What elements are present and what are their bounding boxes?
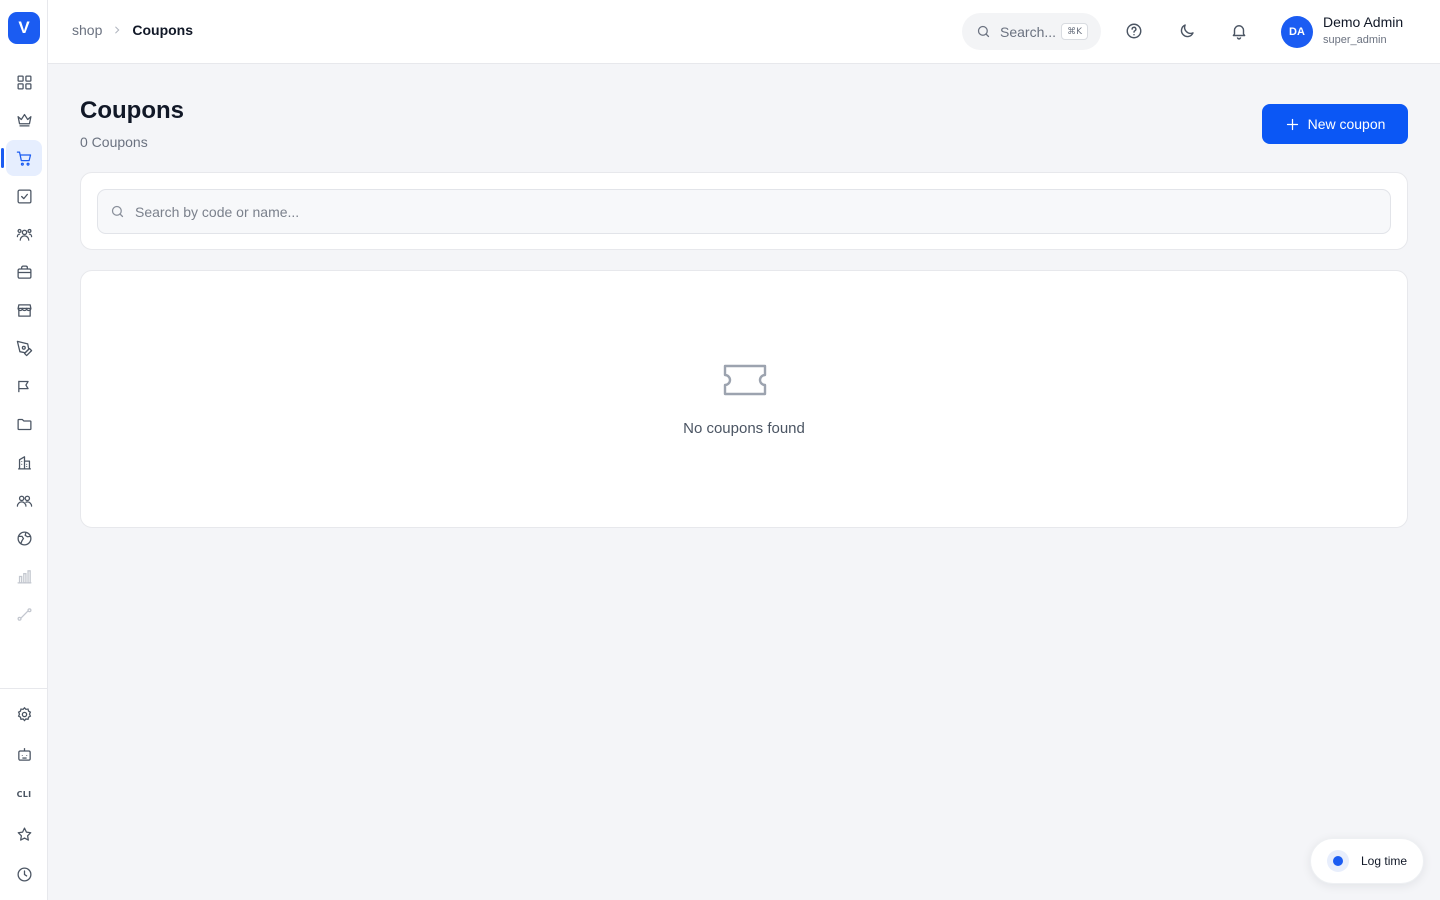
pen-tool-icon [16, 340, 32, 356]
route-icon [16, 607, 32, 621]
page-title: Coupons [80, 97, 184, 124]
sidebar-item-favorites[interactable] [6, 816, 42, 852]
clock-icon [16, 866, 32, 882]
sidebar-item-ai[interactable] [6, 736, 42, 772]
sidebar-item-contacts[interactable] [6, 216, 42, 252]
sidebar-item-cli[interactable]: CLI [6, 776, 42, 812]
user-role: super_admin [1323, 34, 1387, 46]
app-logo[interactable]: V [8, 12, 40, 44]
megaphone-icon [17, 380, 29, 392]
sidebar-item-history[interactable] [6, 856, 42, 892]
checkbox-icon [16, 188, 32, 204]
plus-icon [1286, 118, 1298, 130]
user-name[interactable]: Demo Admin [1323, 14, 1403, 30]
sidebar-item-design[interactable] [6, 330, 42, 366]
sidebar-item-companies[interactable] [6, 444, 42, 480]
search-shortcut-badge: ⌘K [1061, 23, 1088, 40]
team-icon [16, 495, 32, 507]
bell-icon [1232, 25, 1246, 40]
top-header: shop Coupons Search... ⌘K DA Demo Admin … [48, 0, 1440, 64]
dashboard-icon [16, 74, 32, 90]
sidebar-item-crown[interactable] [6, 101, 42, 137]
help-circle-icon [1126, 23, 1142, 39]
sidebar-item-files[interactable] [6, 406, 42, 442]
briefcase-icon [16, 264, 32, 279]
help-button[interactable] [1123, 20, 1145, 42]
breadcrumb: shop Coupons [72, 22, 193, 38]
sidebar-item-settings[interactable] [6, 696, 42, 732]
building-icon [17, 455, 31, 470]
notifications-button[interactable] [1228, 20, 1250, 42]
shopping-cart-icon [16, 150, 31, 166]
search-icon [977, 25, 990, 38]
cli-icon: CLI [16, 789, 32, 799]
crown-icon [16, 113, 32, 127]
store-icon [16, 303, 32, 317]
empty-state-message: No coupons found [683, 420, 805, 437]
sidebar-item-tasks[interactable] [6, 178, 42, 214]
new-coupon-label: New coupon [1307, 116, 1386, 132]
log-time-label: Log time [1361, 854, 1408, 868]
global-search-placeholder: Search... [1000, 23, 1057, 40]
sidebar-item-team[interactable] [6, 482, 42, 518]
bar-chart-icon [16, 569, 32, 584]
sidebar-item-dashboard[interactable] [6, 64, 42, 100]
sidebar-item-campaigns[interactable] [6, 368, 42, 404]
sidebar-item-shop[interactable] [1, 140, 42, 176]
sidebar-item-web[interactable] [6, 520, 42, 556]
coupon-search-input[interactable] [135, 203, 1335, 220]
empty-state-card: No coupons found [80, 270, 1408, 528]
folder-icon [16, 418, 32, 430]
sidebar-item-store[interactable] [6, 292, 42, 328]
moon-icon [1180, 24, 1194, 38]
robot-icon [17, 747, 31, 761]
new-coupon-button[interactable]: New coupon [1262, 104, 1408, 144]
globe-icon [16, 530, 32, 546]
gear-icon [17, 706, 31, 721]
sidebar-item-jobs[interactable] [6, 254, 42, 290]
sidebar: V CLI [0, 0, 48, 900]
breadcrumb-current: Coupons [132, 22, 194, 38]
sidebar-item-routes[interactable] [6, 596, 42, 632]
star-icon [17, 826, 31, 841]
sidebar-divider [0, 688, 48, 689]
avatar[interactable]: DA [1281, 16, 1313, 48]
coupon-search-field[interactable] [97, 189, 1391, 234]
coupon-count: 0 Coupons [80, 134, 148, 150]
filter-card [80, 172, 1408, 250]
log-time-button[interactable]: Log time [1310, 838, 1424, 884]
ticket-icon [723, 364, 767, 396]
sidebar-item-reports[interactable] [6, 558, 42, 594]
users-group-icon [16, 228, 32, 241]
global-search[interactable]: Search... ⌘K [962, 13, 1101, 50]
theme-toggle-button[interactable] [1176, 20, 1198, 42]
timer-icon [1327, 850, 1349, 872]
breadcrumb-parent[interactable]: shop [72, 22, 102, 38]
chevron-right-icon [115, 26, 120, 34]
search-icon [111, 205, 124, 218]
